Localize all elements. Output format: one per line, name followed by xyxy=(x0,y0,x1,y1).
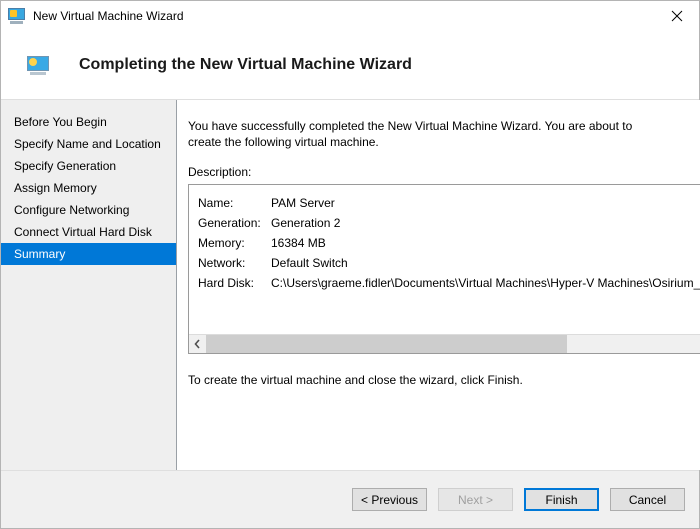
next-button: Next > xyxy=(438,488,513,511)
summary-key: Name: xyxy=(198,196,234,210)
wizard-window: New Virtual Machine Wizard Completing th… xyxy=(0,0,700,529)
chevron-left-icon[interactable] xyxy=(189,335,206,353)
previous-button[interactable]: < Previous xyxy=(352,488,427,511)
description-horizontal-scrollbar[interactable] xyxy=(189,334,700,353)
virtual-machine-monitor-icon xyxy=(8,8,25,24)
summary-row-name: Name: PAM Server xyxy=(198,193,700,213)
sidebar-item-summary[interactable]: Summary xyxy=(1,243,176,265)
summary-value: Default Switch xyxy=(271,256,348,270)
description-box: Name: PAM Server Generation: Generation … xyxy=(188,184,700,354)
summary-row-memory: Memory: 16384 MB xyxy=(198,233,700,253)
title-bar: New Virtual Machine Wizard xyxy=(1,1,699,31)
summary-value: Generation 2 xyxy=(271,216,341,230)
sidebar-item-connect-virtual-hard-disk[interactable]: Connect Virtual Hard Disk xyxy=(1,221,176,243)
description-label: Description: xyxy=(188,165,252,179)
summary-key: Hard Disk: xyxy=(198,276,255,290)
cancel-button[interactable]: Cancel xyxy=(610,488,685,511)
summary-row-network: Network: Default Switch xyxy=(198,253,700,273)
sidebar-item-configure-networking[interactable]: Configure Networking xyxy=(1,199,176,221)
summary-value: 16384 MB xyxy=(271,236,326,250)
summary-key: Generation: xyxy=(198,216,261,230)
wizard-body: Before You Begin Specify Name and Locati… xyxy=(1,100,700,470)
wizard-footer: < Previous Next > Finish Cancel xyxy=(1,470,699,528)
sidebar-item-before-you-begin[interactable]: Before You Begin xyxy=(1,111,176,133)
wizard-header: Completing the New Virtual Machine Wizar… xyxy=(1,31,699,100)
scrollbar-thumb[interactable] xyxy=(206,335,567,353)
sidebar-item-assign-memory[interactable]: Assign Memory xyxy=(1,177,176,199)
page-title: Completing the New Virtual Machine Wizar… xyxy=(79,56,412,73)
scrollbar-track[interactable] xyxy=(206,335,700,353)
summary-key: Memory: xyxy=(198,236,245,250)
window-title: New Virtual Machine Wizard xyxy=(33,9,184,23)
summary-row-hard-disk: Hard Disk: C:\Users\graeme.fidler\Docume… xyxy=(198,273,700,293)
sidebar-item-specify-name-and-location[interactable]: Specify Name and Location xyxy=(1,133,176,155)
summary-value: PAM Server xyxy=(271,196,335,210)
closing-note: To create the virtual machine and close … xyxy=(188,373,523,387)
wizard-main-panel: You have successfully completed the New … xyxy=(177,100,700,470)
virtual-machine-monitor-icon xyxy=(27,55,49,75)
summary-row-generation: Generation: Generation 2 xyxy=(198,213,700,233)
sidebar-item-specify-generation[interactable]: Specify Generation xyxy=(1,155,176,177)
finish-button[interactable]: Finish xyxy=(524,488,599,511)
summary-value: C:\Users\graeme.fidler\Documents\Virtual… xyxy=(271,276,700,290)
description-content: Name: PAM Server Generation: Generation … xyxy=(189,185,700,330)
intro-text: You have successfully completed the New … xyxy=(188,119,633,149)
summary-key: Network: xyxy=(198,256,246,270)
close-icon[interactable] xyxy=(654,1,699,30)
wizard-steps-sidebar: Before You Begin Specify Name and Locati… xyxy=(1,100,177,470)
